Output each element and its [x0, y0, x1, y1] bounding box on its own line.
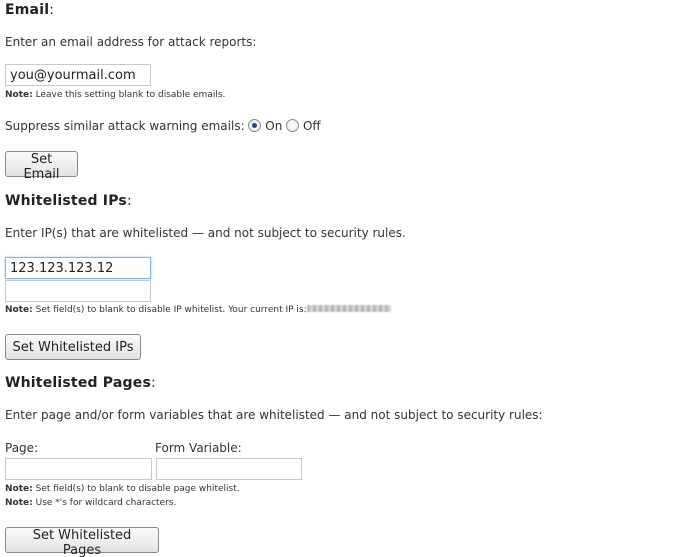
suppress-off-radio[interactable]	[286, 119, 300, 132]
suppress-off-label[interactable]: Off	[303, 119, 321, 133]
email-note: Note: Leave this setting blank to disabl…	[5, 90, 226, 100]
whitelisted-ip-field-1[interactable]	[5, 257, 151, 279]
email-field[interactable]	[5, 64, 151, 86]
security-settings-page: Email: Enter an email address for attack…	[0, 0, 700, 557]
whitelisted-page-field[interactable]	[5, 458, 152, 480]
whitelisted-ips-description: Enter IP(s) that are whitelisted — and n…	[5, 226, 406, 240]
whitelisted-pages-heading: Whitelisted Pages:	[5, 375, 156, 391]
whitelisted-pages-description: Enter page and/or form variables that ar…	[5, 408, 543, 422]
whitelisted-ips-heading: Whitelisted IPs:	[5, 193, 132, 209]
whitelisted-pages-note-2: Note: Use *'s for wildcard characters.	[5, 498, 177, 508]
set-whitelisted-pages-button[interactable]: Set Whitelisted Pages	[5, 527, 159, 557]
whitelisted-form-variable-field[interactable]	[156, 458, 302, 480]
email-heading: Email:	[5, 2, 55, 18]
set-whitelisted-ips-button[interactable]: Set Whitelisted IPs	[5, 334, 141, 360]
suppress-on-label[interactable]: On	[265, 119, 282, 133]
whitelisted-pages-note-1: Note: Set field(s) to blank to disable p…	[5, 484, 240, 494]
suppress-warnings-row: Suppress similar attack warning emails: …	[5, 119, 321, 133]
form-variable-label: Form Variable:	[155, 441, 242, 455]
redacted-ip-address	[306, 305, 391, 312]
suppress-warnings-label: Suppress similar attack warning emails:	[5, 119, 245, 133]
set-email-button[interactable]: Set Email	[5, 151, 78, 182]
suppress-on-radio[interactable]	[248, 119, 262, 132]
page-label: Page:	[5, 441, 39, 455]
whitelisted-ips-note: Note: Set field(s) to blank to disable I…	[5, 305, 391, 315]
email-description: Enter an email address for attack report…	[5, 35, 257, 49]
whitelisted-ip-field-2[interactable]	[5, 280, 151, 302]
